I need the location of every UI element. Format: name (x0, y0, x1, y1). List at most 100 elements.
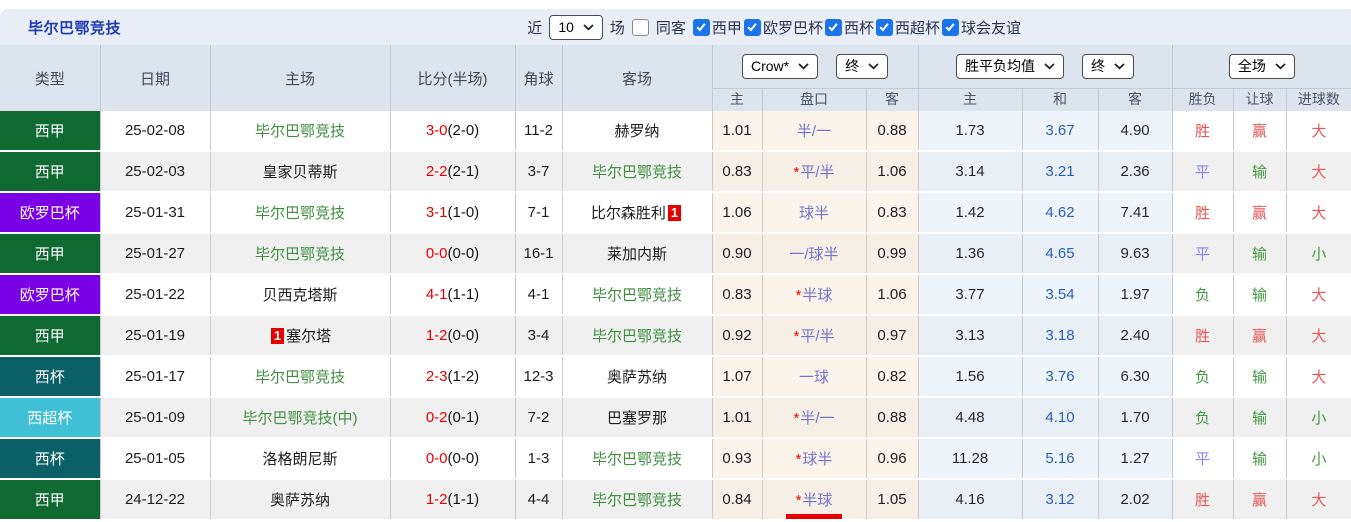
home-team: 洛格朗尼斯 (210, 438, 390, 479)
subcol-crow-away: 客 (866, 89, 918, 112)
league-filter-checkbox[interactable] (693, 19, 710, 36)
home-team: 毕尔巴鄂竞技 (210, 356, 390, 397)
avg-away-odds: 2.40 (1098, 315, 1172, 356)
matches-label: 场 (610, 17, 625, 38)
league-filter-checkbox[interactable] (942, 19, 959, 36)
league-filter-checkbox[interactable] (744, 19, 761, 36)
same-away-checkbox[interactable] (632, 19, 649, 36)
home-team: 毕尔巴鄂竞技 (210, 111, 390, 151)
team-name: 毕尔巴鄂竞技 (255, 205, 345, 222)
league-badge: 西甲 (0, 151, 100, 192)
handicap-value: 一球 (799, 369, 829, 386)
team-name: 贝西克塔斯 (262, 287, 337, 304)
subcol-result-outcome: 胜负 (1172, 89, 1233, 112)
handicap-star: * (793, 164, 799, 181)
avg-away-odds: 6.30 (1098, 356, 1172, 397)
halftime-score: (0-0) (448, 450, 480, 467)
match-table: 类型 日期 主场 比分(半场) 角球 客场 Crow* 终 (0, 45, 1351, 521)
result-goals: 大 (1286, 315, 1351, 356)
result-goals: 大 (1286, 356, 1351, 397)
handicap-value: 一/球半 (789, 246, 838, 263)
fulltime-score: 0-2 (426, 409, 448, 426)
chevron-down-icon (1044, 63, 1055, 70)
avg-away-odds: 9.63 (1098, 233, 1172, 274)
match-date: 25-01-22 (100, 274, 210, 315)
crow-handicap: *球半 (762, 438, 866, 479)
result-handicap: 赢 (1233, 192, 1286, 233)
fulltime-score: 3-1 (426, 204, 448, 221)
crow-home-odds: 0.93 (712, 438, 762, 479)
corners: 1-3 (515, 438, 562, 479)
recent-count-value: 10 (558, 19, 574, 36)
league-filter: 欧罗巴杯 (744, 17, 823, 38)
corners: 3-4 (515, 315, 562, 356)
odds-company-time-select[interactable]: 终 (836, 54, 888, 79)
average-odds-select[interactable]: 胜平负均值 (956, 54, 1064, 79)
filter-controls: 近 10 场 同客 西甲欧罗巴杯西杯西超杯球会友谊 (527, 15, 1021, 40)
score: 1-2(1-1) (390, 479, 515, 520)
result-goals: 大 (1286, 274, 1351, 315)
handicap-star: * (796, 492, 802, 509)
fulltime-score: 3-0 (426, 122, 448, 139)
home-team: 皇家贝蒂斯 (210, 151, 390, 192)
corners: 7-2 (515, 397, 562, 438)
league-filter-label: 西甲 (712, 17, 742, 38)
odds-company-select[interactable]: Crow* (742, 54, 818, 79)
match-date: 25-01-17 (100, 356, 210, 397)
avg-draw-odds: 3.12 (1022, 479, 1098, 520)
check-icon (695, 21, 707, 33)
score: 3-0(2-0) (390, 111, 515, 151)
average-odds-time-select[interactable]: 终 (1082, 54, 1134, 79)
score: 2-2(2-1) (390, 151, 515, 192)
handicap-star: * (793, 328, 799, 345)
score: 0-0(0-0) (390, 233, 515, 274)
crow-handicap: 一/球半 (762, 233, 866, 274)
halftime-score: (1-2) (448, 368, 480, 385)
crow-away-odds: 0.82 (866, 356, 918, 397)
match-date: 25-01-31 (100, 192, 210, 233)
avg-home-odds: 1.73 (918, 111, 1022, 151)
league-filter-label: 西超杯 (895, 17, 940, 38)
team-name: 毕尔巴鄂竞技 (592, 287, 682, 304)
handicap-value: 半球 (802, 287, 832, 304)
same-away-label: 同客 (656, 17, 686, 38)
table-row: 西杯25-01-17毕尔巴鄂竞技2-3(1-2)12-3奥萨苏纳1.07一球0.… (0, 356, 1351, 397)
check-icon (878, 21, 890, 33)
result-scope-select[interactable]: 全场 (1229, 54, 1295, 79)
team-name: 毕尔巴鄂竞技 (255, 369, 345, 386)
team-name: 洛格朗尼斯 (262, 451, 337, 468)
crow-handicap: *平/半 (762, 315, 866, 356)
crow-home-odds: 0.83 (712, 274, 762, 315)
recent-count-select[interactable]: 10 (549, 15, 603, 40)
crow-handicap: *平/半 (762, 151, 866, 192)
avg-draw-odds: 3.54 (1022, 274, 1098, 315)
table-row: 西甲25-02-08毕尔巴鄂竞技3-0(2-0)11-2赫罗纳1.01半/一0.… (0, 111, 1351, 151)
score: 0-0(0-0) (390, 438, 515, 479)
table-row: 西甲25-02-03皇家贝蒂斯2-2(2-1)3-7毕尔巴鄂竞技0.83*平/半… (0, 151, 1351, 192)
result-goals: 大 (1286, 111, 1351, 151)
result-outcome: 负 (1172, 356, 1233, 397)
league-filter-checkbox[interactable] (876, 19, 893, 36)
away-team: 莱加内斯 (562, 233, 712, 274)
team-name: 奥萨苏纳 (270, 492, 330, 509)
avg-home-odds: 1.56 (918, 356, 1022, 397)
avg-away-odds: 2.36 (1098, 151, 1172, 192)
result-handicap: 输 (1233, 233, 1286, 274)
subcol-result-goals: 进球数 (1286, 89, 1351, 112)
check-icon (944, 21, 956, 33)
team-name: 比尔森胜利 (591, 205, 666, 222)
col-header-away: 客场 (562, 45, 712, 111)
result-outcome: 平 (1172, 438, 1233, 479)
result-outcome: 胜 (1172, 479, 1233, 520)
subcol-avg-away: 客 (1098, 89, 1172, 112)
away-team: 毕尔巴鄂竞技 (562, 151, 712, 192)
team-name: 毕尔巴鄂竞技 (255, 246, 345, 263)
result-outcome: 负 (1172, 274, 1233, 315)
avg-home-odds: 3.14 (918, 151, 1022, 192)
result-outcome: 胜 (1172, 111, 1233, 151)
league-filter-checkbox[interactable] (825, 19, 842, 36)
result-outcome: 平 (1172, 233, 1233, 274)
result-outcome: 平 (1172, 151, 1233, 192)
halftime-score: (0-0) (448, 245, 480, 262)
score: 2-3(1-2) (390, 356, 515, 397)
